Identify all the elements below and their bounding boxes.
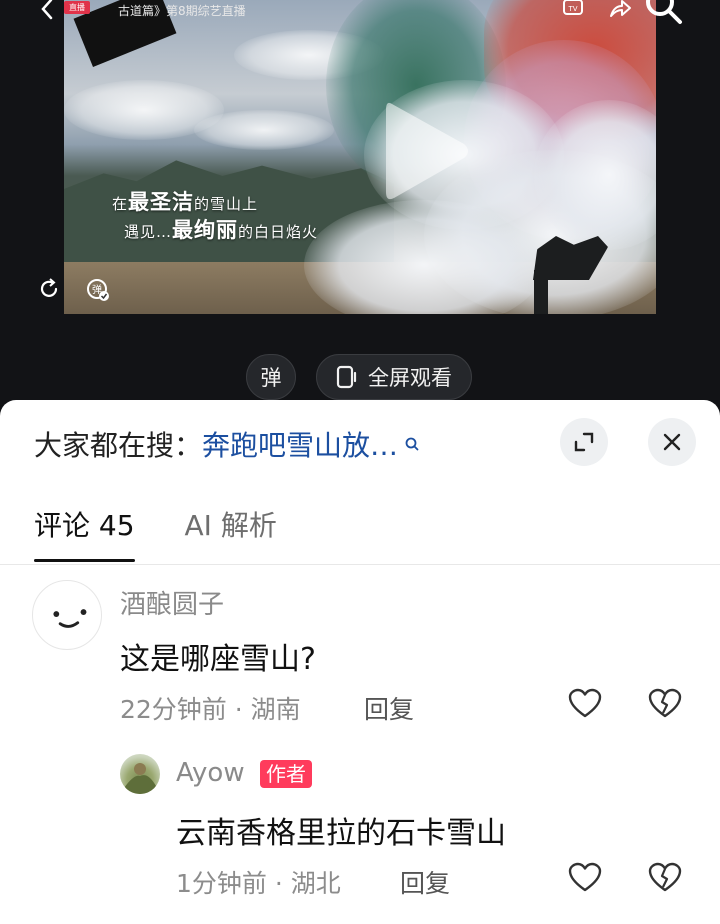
play-icon[interactable] — [380, 96, 472, 206]
avatar[interactable] — [120, 754, 160, 794]
tv-cast-icon[interactable]: TV — [562, 0, 584, 18]
avatar[interactable] — [32, 580, 102, 650]
comment-text: 这是哪座雪山? — [120, 642, 316, 677]
like-heart-icon[interactable] — [568, 688, 602, 720]
video-caption-line2: 遇见…最绚丽的白日焰火 — [124, 217, 319, 242]
dislike-broken-heart-icon[interactable] — [648, 862, 682, 894]
reply-button[interactable]: 回复 — [400, 864, 450, 900]
comment-location: 湖南 — [250, 695, 301, 724]
comment-text: 云南香格里拉的石卡雪山 — [176, 816, 506, 851]
danmaku-label: 弹 — [260, 366, 282, 390]
cloud — [194, 110, 334, 150]
trending-search-row[interactable]: 大家都在搜： 奔跑吧雪山放… — [34, 424, 420, 464]
divider — [0, 564, 720, 565]
comment-meta: 1分钟前 · 湖北 — [176, 869, 341, 898]
dark-structure — [534, 270, 548, 314]
comment-username[interactable]: 酒酿圆子 — [120, 584, 224, 621]
back-arrow-icon[interactable] — [36, 0, 58, 20]
avatar-image — [124, 763, 156, 794]
dislike-broken-heart-icon[interactable] — [648, 688, 682, 720]
comment-location: 湖北 — [290, 869, 341, 898]
trending-search-link[interactable]: 奔跑吧雪山放… — [202, 424, 398, 464]
like-heart-icon[interactable] — [568, 862, 602, 894]
fullscreen-button[interactable]: 全屏观看 — [316, 354, 472, 400]
comment-tabs: 评论 45 AI 解析 — [34, 504, 277, 562]
search-icon — [405, 437, 419, 451]
author-badge: 作者 — [260, 760, 312, 788]
comment-time: 22分钟前 — [120, 695, 227, 724]
share-icon[interactable] — [608, 0, 632, 18]
video-title: 古道篇》第8期综艺直播 — [118, 4, 246, 18]
reply-button[interactable]: 回复 — [364, 690, 414, 726]
fullscreen-label: 全屏观看 — [368, 366, 452, 390]
expand-icon — [574, 432, 594, 452]
danmaku-button[interactable]: 弹 — [246, 354, 296, 400]
comment-time: 1分钟前 — [176, 869, 267, 898]
comment-meta: 22分钟前 · 湖南 — [120, 695, 301, 724]
trending-search-prefix: 大家都在搜： — [34, 429, 203, 462]
svg-text:TV: TV — [567, 5, 577, 13]
comment-username[interactable]: Ayow — [176, 758, 245, 788]
comment-panel: 大家都在搜： 奔跑吧雪山放… 评论 45 AI 解析 酒酿圆子 这是哪座雪山? … — [0, 400, 720, 924]
fullscreen-icon — [336, 365, 357, 389]
video-caption-line1: 在最圣洁的雪山上 — [112, 189, 259, 214]
tab-comments[interactable]: 评论 45 — [34, 504, 135, 562]
expand-button[interactable] — [560, 418, 608, 466]
danmaku-toggle-icon[interactable]: 弹 — [86, 278, 110, 302]
replay-icon[interactable] — [38, 278, 60, 300]
search-icon[interactable] — [638, 0, 688, 26]
live-badge: 直播 — [64, 1, 90, 14]
close-icon — [663, 433, 681, 451]
video-frame[interactable]: 在最圣洁的雪山上 遇见…最绚丽的白日焰火 — [64, 0, 656, 314]
tab-ai-analysis[interactable]: AI 解析 — [185, 504, 277, 544]
video-player[interactable]: 在最圣洁的雪山上 遇见…最绚丽的白日焰火 直播 古道篇》第8期综艺直播 TV 弹… — [0, 0, 720, 405]
close-button[interactable] — [648, 418, 696, 466]
